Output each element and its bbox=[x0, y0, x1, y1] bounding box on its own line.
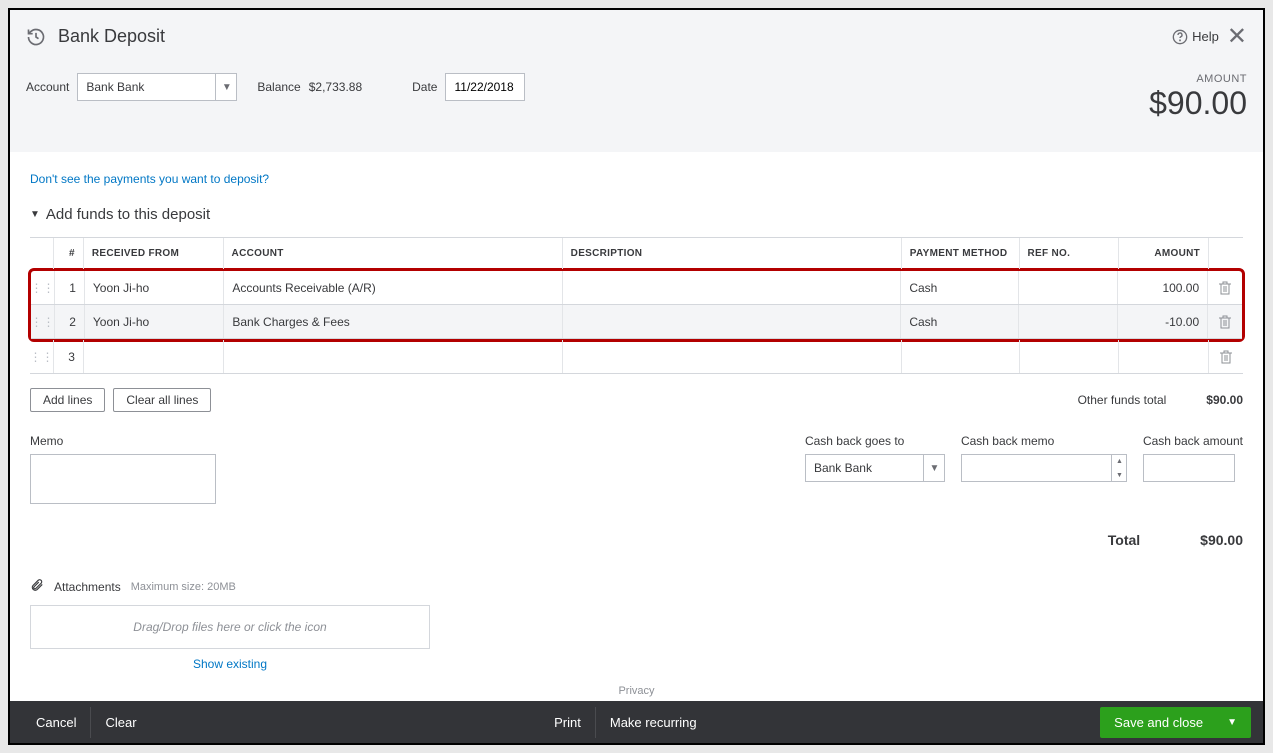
cashback-goesto-label: Cash back goes to bbox=[805, 434, 945, 448]
row-account[interactable]: Accounts Receivable (A/R) bbox=[224, 271, 563, 304]
trash-icon[interactable] bbox=[1208, 305, 1242, 338]
show-existing-link[interactable]: Show existing bbox=[193, 657, 267, 671]
add-funds-title: Add funds to this deposit bbox=[46, 206, 210, 223]
cashback-goesto-value: Bank Bank bbox=[814, 461, 872, 475]
row-payment[interactable] bbox=[902, 340, 1020, 373]
col-header-received: RECEIVED FROM bbox=[84, 238, 224, 269]
cashback-goesto-select[interactable]: Bank Bank ▼ bbox=[805, 454, 945, 482]
table-header-row: # RECEIVED FROM ACCOUNT DESCRIPTION PAYM… bbox=[30, 238, 1243, 270]
row-received[interactable]: Yoon Ji-ho bbox=[85, 305, 224, 338]
cashback-amount-label: Cash back amount bbox=[1143, 434, 1243, 448]
row-amount[interactable]: -10.00 bbox=[1118, 305, 1208, 338]
drag-handle-icon[interactable]: ⋮⋮ bbox=[30, 340, 54, 373]
paperclip-icon[interactable] bbox=[30, 578, 44, 595]
account-value: Bank Bank bbox=[86, 80, 144, 94]
header-controls: Account Bank Bank ▼ Balance $2,733.88 Da… bbox=[10, 63, 1263, 152]
clear-button[interactable]: Clear bbox=[91, 707, 150, 738]
row-ref[interactable] bbox=[1019, 305, 1119, 338]
date-label: Date bbox=[412, 80, 437, 94]
row-ref[interactable] bbox=[1020, 340, 1120, 373]
account-select[interactable]: Bank Bank ▼ bbox=[77, 73, 237, 101]
print-button[interactable]: Print bbox=[540, 707, 596, 738]
save-and-close-button[interactable]: Save and close ▼ bbox=[1100, 707, 1251, 738]
chevron-down-icon: ▼ bbox=[215, 73, 237, 101]
date-input[interactable] bbox=[445, 73, 525, 101]
close-icon[interactable]: ✕ bbox=[1227, 22, 1247, 51]
chevron-down-icon: ▼ bbox=[923, 454, 945, 482]
table-row[interactable]: ⋮⋮ 3 bbox=[30, 340, 1243, 374]
row-payment[interactable]: Cash bbox=[901, 305, 1019, 338]
deposit-table: # RECEIVED FROM ACCOUNT DESCRIPTION PAYM… bbox=[30, 237, 1243, 374]
row-description[interactable] bbox=[563, 271, 902, 304]
col-header-ref: REF NO. bbox=[1020, 238, 1120, 269]
privacy-link[interactable]: Privacy bbox=[30, 685, 1243, 697]
total-value: $90.00 bbox=[1200, 532, 1243, 548]
row-ref[interactable] bbox=[1019, 271, 1119, 304]
trash-icon[interactable] bbox=[1209, 340, 1243, 373]
main-content: Don't see the payments you want to depos… bbox=[10, 152, 1263, 701]
drag-handle-icon[interactable]: ⋮⋮ bbox=[31, 271, 55, 304]
bank-deposit-window: Bank Deposit Help ✕ Account Bank Bank ▼ … bbox=[8, 8, 1265, 745]
add-funds-section-header[interactable]: ▼ Add funds to this deposit bbox=[30, 206, 1243, 223]
table-row[interactable]: ⋮⋮ 2 Yoon Ji-ho Bank Charges & Fees Cash… bbox=[31, 305, 1242, 339]
page-title: Bank Deposit bbox=[58, 26, 165, 47]
total-label: Total bbox=[1108, 532, 1140, 548]
row-num: 1 bbox=[55, 271, 85, 304]
cashback-memo-label: Cash back memo bbox=[961, 434, 1127, 448]
add-lines-button[interactable]: Add lines bbox=[30, 388, 105, 412]
col-header-amount: AMOUNT bbox=[1119, 238, 1209, 269]
drag-handle-icon[interactable]: ⋮⋮ bbox=[31, 305, 55, 338]
help-label: Help bbox=[1192, 29, 1219, 44]
attachment-dropzone[interactable]: Drag/Drop files here or click the icon bbox=[30, 605, 430, 649]
col-header-account: ACCOUNT bbox=[224, 238, 563, 269]
row-description[interactable] bbox=[563, 305, 902, 338]
amount-value: $90.00 bbox=[1149, 85, 1247, 122]
balance-label: Balance bbox=[257, 80, 300, 94]
amount-label: AMOUNT bbox=[1149, 73, 1247, 85]
row-description[interactable] bbox=[563, 340, 902, 373]
row-account[interactable] bbox=[224, 340, 563, 373]
triangle-down-icon: ▼ bbox=[30, 209, 40, 220]
row-num: 3 bbox=[54, 340, 84, 373]
missing-payments-link[interactable]: Don't see the payments you want to depos… bbox=[30, 172, 269, 186]
other-funds-label: Other funds total bbox=[1078, 393, 1167, 407]
header-bar: Bank Deposit Help ✕ bbox=[10, 10, 1263, 63]
row-num: 2 bbox=[55, 305, 85, 338]
row-amount[interactable]: 100.00 bbox=[1118, 271, 1208, 304]
row-amount[interactable] bbox=[1119, 340, 1209, 373]
row-received[interactable] bbox=[84, 340, 224, 373]
row-received[interactable]: Yoon Ji-ho bbox=[85, 271, 224, 304]
clear-lines-button[interactable]: Clear all lines bbox=[113, 388, 211, 412]
col-header-payment: PAYMENT METHOD bbox=[902, 238, 1020, 269]
balance-value: $2,733.88 bbox=[309, 80, 362, 94]
help-link[interactable]: Help bbox=[1172, 29, 1219, 45]
chevron-down-icon[interactable]: ▼ bbox=[1227, 717, 1237, 728]
cashback-amount-input[interactable] bbox=[1143, 454, 1235, 482]
account-label: Account bbox=[26, 80, 69, 94]
make-recurring-button[interactable]: Make recurring bbox=[596, 707, 711, 738]
spinner-icon[interactable]: ▲▼ bbox=[1111, 454, 1127, 482]
attachments-max: Maximum size: 20MB bbox=[131, 581, 236, 593]
trash-icon[interactable] bbox=[1208, 271, 1242, 304]
cancel-button[interactable]: Cancel bbox=[22, 707, 91, 738]
highlighted-rows: ⋮⋮ 1 Yoon Ji-ho Accounts Receivable (A/R… bbox=[28, 268, 1245, 342]
col-header-num: # bbox=[54, 238, 84, 269]
col-header-description: DESCRIPTION bbox=[563, 238, 902, 269]
table-row[interactable]: ⋮⋮ 1 Yoon Ji-ho Accounts Receivable (A/R… bbox=[31, 271, 1242, 305]
memo-textarea[interactable] bbox=[30, 454, 216, 504]
cashback-memo-input[interactable] bbox=[961, 454, 1127, 482]
footer-bar: Cancel Clear Print Make recurring Save a… bbox=[10, 701, 1263, 743]
history-icon[interactable] bbox=[26, 27, 46, 47]
memo-label: Memo bbox=[30, 434, 216, 448]
row-payment[interactable]: Cash bbox=[901, 271, 1019, 304]
save-label: Save and close bbox=[1114, 715, 1203, 730]
attachments-label: Attachments bbox=[54, 580, 121, 594]
row-account[interactable]: Bank Charges & Fees bbox=[224, 305, 563, 338]
other-funds-value: $90.00 bbox=[1206, 393, 1243, 407]
